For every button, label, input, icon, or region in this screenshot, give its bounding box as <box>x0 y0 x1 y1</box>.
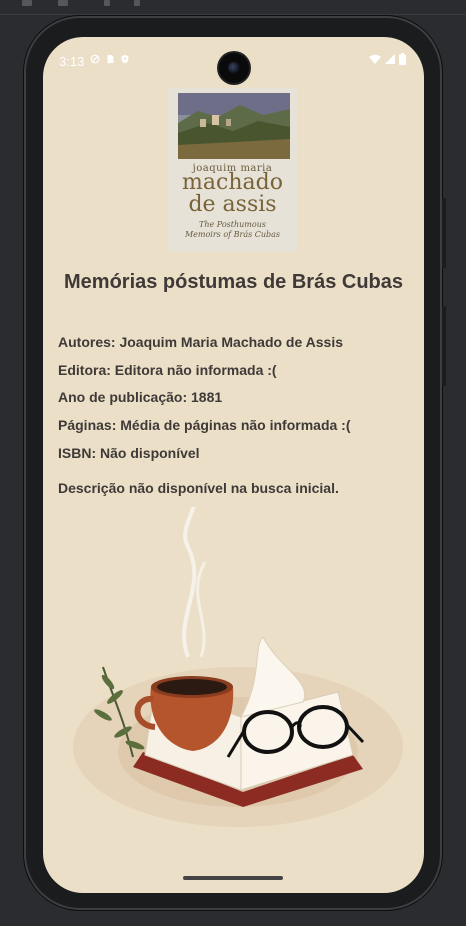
power-button <box>442 198 446 268</box>
toolbar-icon[interactable] <box>104 0 110 6</box>
toolbar-icon[interactable] <box>58 0 68 6</box>
do-not-disturb-icon <box>90 54 100 64</box>
cover-subtitle: The Posthumous Memoirs of Brás Cubas <box>184 220 281 239</box>
book-authors: Autores: Joaquim Maria Machado de Assis <box>58 334 343 350</box>
signal-icon <box>385 54 395 64</box>
book-isbn: ISBN: Não disponível <box>58 445 200 461</box>
book-publisher: Editora: Editora não informada :( <box>58 362 277 378</box>
book-pages: Páginas: Média de páginas não informada … <box>58 417 351 433</box>
phone-frame: 3:13 joaquim maria machado de assis The … <box>24 16 446 910</box>
book-year: Ano de publicação: 1881 <box>58 389 223 405</box>
book-description: Descrição não disponível na busca inicia… <box>58 480 339 496</box>
toolbar-icon[interactable] <box>22 0 32 6</box>
cover-author-line: machado <box>182 170 283 195</box>
battery-icon <box>399 53 406 65</box>
book-title: Memórias póstumas de Brás Cubas <box>64 271 403 293</box>
coffee-book-illustration <box>73 507 403 827</box>
book-cover-image: joaquim maria machado de assis The Posth… <box>168 88 297 252</box>
front-camera <box>219 53 249 83</box>
emulator-toolbar <box>0 0 466 15</box>
status-time: 3:13 <box>59 54 85 69</box>
cover-author-line: de assis <box>188 192 277 217</box>
app-screen: 3:13 joaquim maria machado de assis The … <box>43 37 424 893</box>
cover-author-name: machado de assis <box>168 172 297 216</box>
shield-icon <box>121 54 129 64</box>
volume-button <box>442 306 446 386</box>
sim-card-icon <box>107 54 114 64</box>
toolbar-icon[interactable] <box>134 0 140 6</box>
wifi-icon <box>369 54 381 64</box>
home-indicator[interactable] <box>183 876 283 880</box>
cover-painting <box>178 93 290 159</box>
